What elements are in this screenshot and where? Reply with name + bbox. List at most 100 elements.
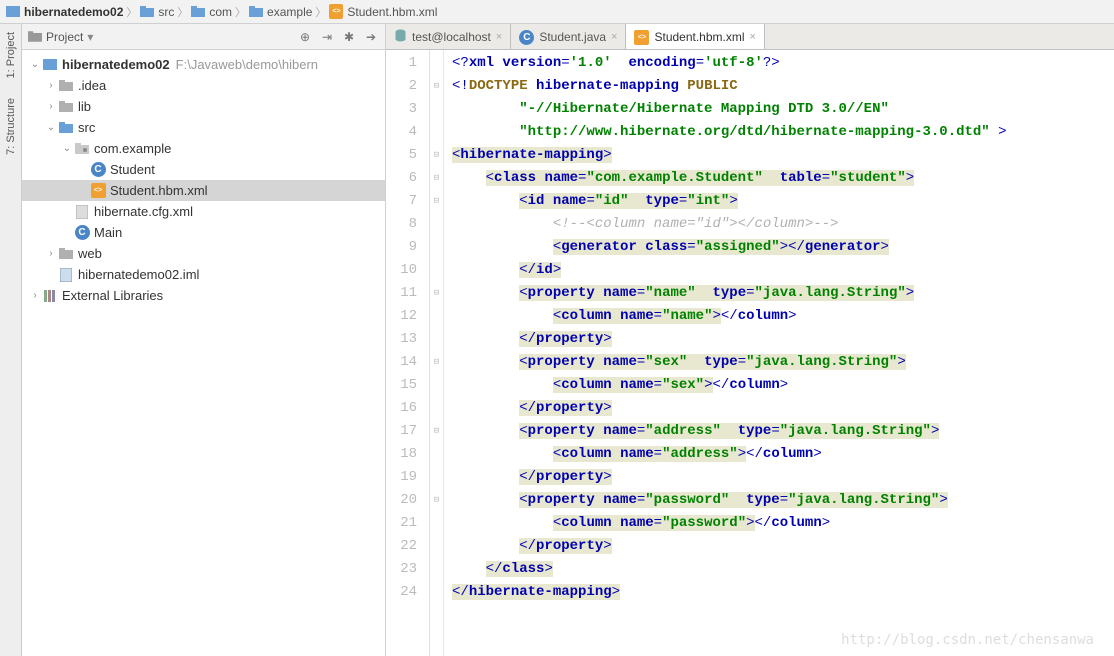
- breadcrumb-item[interactable]: src: [140, 5, 174, 19]
- chevron-down-icon[interactable]: ⌄: [28, 59, 42, 70]
- tree-item[interactable]: ⌄ hibernatedemo02 F:\Javaweb\demo\hibern: [22, 54, 385, 75]
- line-number: 8: [386, 213, 417, 236]
- code-line[interactable]: </property>: [452, 535, 1114, 558]
- tree-item[interactable]: ›web: [22, 243, 385, 264]
- toolwindow-project[interactable]: 1: Project: [5, 32, 17, 78]
- chevron-right-icon[interactable]: ›: [28, 290, 42, 301]
- iml-icon: [58, 267, 74, 283]
- fold-marker[interactable]: ⊟: [430, 489, 443, 512]
- line-number: 9: [386, 236, 417, 259]
- tree-item[interactable]: hibernatedemo02.iml: [22, 264, 385, 285]
- tree-label: hibernatedemo02.iml: [78, 267, 199, 282]
- fold-marker: [430, 121, 443, 144]
- fold-marker: [430, 236, 443, 259]
- tree-item[interactable]: ›.idea: [22, 75, 385, 96]
- tree-label: src: [78, 120, 95, 135]
- line-number: 4: [386, 121, 417, 144]
- tree-label: com.example: [94, 141, 171, 156]
- code-line[interactable]: <column name="name"></column>: [452, 305, 1114, 328]
- code-line[interactable]: <property name="name" type="java.lang.St…: [452, 282, 1114, 305]
- editor-tab[interactable]: Student.hbm.xml×: [626, 24, 764, 49]
- code-line[interactable]: <property name="address" type="java.lang…: [452, 420, 1114, 443]
- locate-icon[interactable]: ⊕: [297, 29, 313, 45]
- fold-marker[interactable]: ⊟: [430, 190, 443, 213]
- fold-gutter[interactable]: ⊟⊟⊟⊟⊟⊟⊟⊟: [430, 50, 444, 656]
- tree-label: hibernatedemo02: [62, 57, 170, 72]
- close-icon[interactable]: ×: [496, 31, 502, 43]
- fold-marker[interactable]: ⊟: [430, 282, 443, 305]
- code-content[interactable]: <?xml version='1.0' encoding='utf-8'?><!…: [444, 50, 1114, 656]
- tree-item[interactable]: hibernate.cfg.xml: [22, 201, 385, 222]
- breadcrumb-item[interactable]: Student.hbm.xml: [329, 5, 437, 19]
- close-icon[interactable]: ×: [750, 31, 756, 43]
- line-number: 13: [386, 328, 417, 351]
- code-line[interactable]: </property>: [452, 466, 1114, 489]
- breadcrumb-label: com: [209, 5, 232, 19]
- tree-item[interactable]: ⌄ src: [22, 117, 385, 138]
- code-line[interactable]: <class name="com.example.Student" table=…: [452, 167, 1114, 190]
- line-number: 1: [386, 52, 417, 75]
- fold-marker[interactable]: ⊟: [430, 351, 443, 374]
- code-line[interactable]: <generator class="assigned"></generator>: [452, 236, 1114, 259]
- breadcrumb-item[interactable]: example: [249, 5, 312, 19]
- project-tree[interactable]: ⌄ hibernatedemo02 F:\Javaweb\demo\hibern ›.…: [22, 50, 385, 656]
- editor-tab[interactable]: test@localhost×: [386, 24, 511, 49]
- chevron-right-icon[interactable]: ›: [44, 80, 58, 91]
- fold-marker[interactable]: ⊟: [430, 420, 443, 443]
- gear-icon[interactable]: ✱: [341, 29, 357, 45]
- code-line[interactable]: </hibernate-mapping>: [452, 581, 1114, 604]
- code-line[interactable]: <property name="sex" type="java.lang.Str…: [452, 351, 1114, 374]
- hide-icon[interactable]: ➔: [363, 29, 379, 45]
- code-line[interactable]: <!DOCTYPE hibernate-mapping PUBLIC: [452, 75, 1114, 98]
- breadcrumb-label: Student.hbm.xml: [347, 5, 437, 19]
- line-number: 24: [386, 581, 417, 604]
- editor-area: test@localhost×CStudent.java×Student.hbm…: [386, 24, 1114, 656]
- code-line[interactable]: <property name="password" type="java.lan…: [452, 489, 1114, 512]
- code-line[interactable]: <hibernate-mapping>: [452, 144, 1114, 167]
- code-line[interactable]: </property>: [452, 397, 1114, 420]
- line-number: 11: [386, 282, 417, 305]
- chevron-down-icon[interactable]: ⌄: [60, 143, 74, 154]
- code-line[interactable]: <!--<column name="id"></column>-->: [452, 213, 1114, 236]
- package-icon: [74, 141, 90, 157]
- chevron-right-icon: 〉: [177, 4, 188, 20]
- fold-marker[interactable]: ⊟: [430, 167, 443, 190]
- code-line[interactable]: <column name="address"></column>: [452, 443, 1114, 466]
- tree-item[interactable]: CMain: [22, 222, 385, 243]
- line-number: 22: [386, 535, 417, 558]
- folder-icon: [140, 5, 154, 19]
- fold-marker[interactable]: ⊟: [430, 144, 443, 167]
- panel-title: Project: [46, 30, 83, 44]
- chevron-right-icon[interactable]: ›: [44, 248, 58, 259]
- code-line[interactable]: </id>: [452, 259, 1114, 282]
- breadcrumb-item[interactable]: hibernatedemo02: [6, 5, 123, 19]
- code-line[interactable]: <id name="id" type="int">: [452, 190, 1114, 213]
- fold-marker[interactable]: ⊟: [430, 75, 443, 98]
- tree-item[interactable]: Student.hbm.xml: [22, 180, 385, 201]
- code-line[interactable]: </class>: [452, 558, 1114, 581]
- code-line[interactable]: "-//Hibernate/Hibernate Mapping DTD 3.0/…: [452, 98, 1114, 121]
- file-icon: [74, 204, 90, 220]
- breadcrumb-item[interactable]: com: [191, 5, 232, 19]
- chevron-down-icon[interactable]: ▾: [87, 30, 93, 44]
- module-icon: [42, 57, 58, 73]
- code-line[interactable]: <?xml version='1.0' encoding='utf-8'?>: [452, 52, 1114, 75]
- toolwindow-structure[interactable]: 7: Structure: [5, 98, 17, 155]
- tree-item[interactable]: ⌄ com.example: [22, 138, 385, 159]
- xml-icon: [329, 5, 343, 19]
- tree-hint: F:\Javaweb\demo\hibern: [176, 57, 318, 72]
- tree-item[interactable]: ›External Libraries: [22, 285, 385, 306]
- chevron-down-icon[interactable]: ⌄: [44, 122, 58, 133]
- code-line[interactable]: "http://www.hibernate.org/dtd/hibernate-…: [452, 121, 1114, 144]
- collapse-icon[interactable]: ⇥: [319, 29, 335, 45]
- code-line[interactable]: </property>: [452, 328, 1114, 351]
- class-icon: C: [519, 29, 534, 45]
- code-line[interactable]: <column name="sex"></column>: [452, 374, 1114, 397]
- editor-tab[interactable]: CStudent.java×: [511, 24, 626, 49]
- code-editor[interactable]: 123456789101112131415161718192021222324 …: [386, 50, 1114, 656]
- tree-item[interactable]: ›lib: [22, 96, 385, 117]
- chevron-right-icon[interactable]: ›: [44, 101, 58, 112]
- close-icon[interactable]: ×: [611, 31, 617, 43]
- code-line[interactable]: <column name="password"></column>: [452, 512, 1114, 535]
- tree-item[interactable]: CStudent: [22, 159, 385, 180]
